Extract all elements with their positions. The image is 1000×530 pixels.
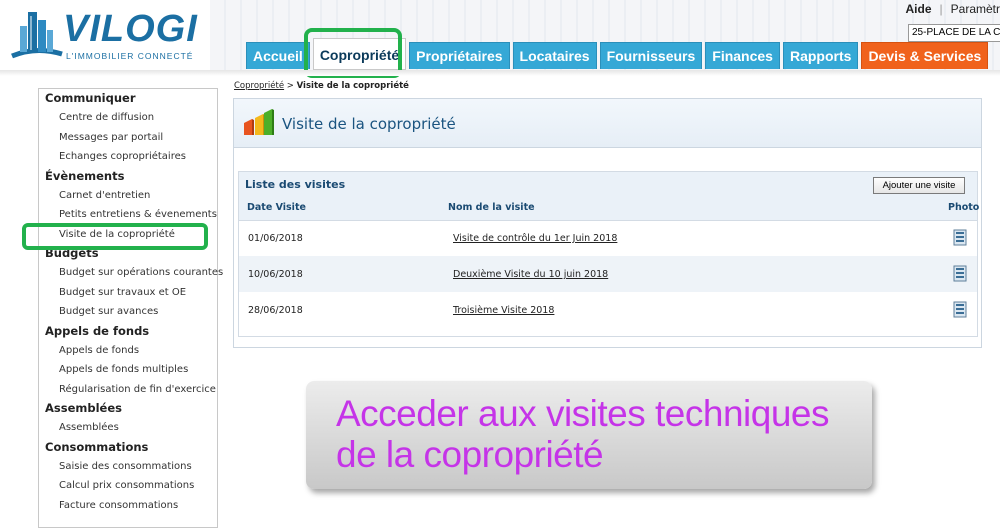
sidebar-item-assemblees[interactable]: Assemblées	[39, 418, 217, 438]
visit-date: 01/06/2018	[248, 233, 303, 244]
breadcrumb-parent-link[interactable]: Copropriété	[234, 81, 284, 91]
sidebar-item-carnet-entretien[interactable]: Carnet d'entretien	[39, 186, 217, 206]
visit-name-link[interactable]: Deuxième Visite du 10 juin 2018	[453, 269, 608, 280]
column-header-name[interactable]: Nom de la visite	[448, 202, 535, 213]
bar-chart-icon	[244, 109, 274, 135]
sidebar-item-budget-courantes[interactable]: Budget sur opérations courantes	[39, 263, 223, 283]
sidebar-group-communiquer: Communiquer	[45, 91, 136, 105]
sidebar-group-evenements: Évènements	[45, 168, 125, 183]
annotation-callout: Acceder aux visites techniques de la cop…	[306, 381, 872, 489]
tab-locataires[interactable]: Locataires	[512, 42, 597, 69]
settings-link[interactable]: Paramètr	[951, 2, 1000, 16]
visit-name-link[interactable]: Visite de contrôle du 1er Juin 2018	[453, 233, 617, 244]
visit-date: 10/06/2018	[248, 269, 303, 280]
breadcrumb-separator: >	[284, 81, 297, 91]
building-logo-icon	[11, 12, 63, 59]
sidebar-item-facture-conso[interactable]: Facture consommations	[39, 496, 217, 516]
sidebar-item-centre-diffusion[interactable]: Centre de diffusion	[39, 108, 217, 128]
sidebar-group-assemblees: Assemblées	[45, 401, 122, 415]
table-row: 28/06/2018 Troisième Visite 2018	[239, 292, 977, 328]
visits-list-title: Liste des visites	[245, 178, 346, 191]
property-select[interactable]: 25-PLACE DE LA CO	[908, 24, 1000, 42]
logo-tagline: L'IMMOBILIER CONNECTÉ	[66, 51, 194, 61]
logo-name: VILOGI	[63, 8, 198, 50]
sidebar-item-appels-fonds[interactable]: Appels de fonds	[39, 341, 217, 361]
column-header-date[interactable]: Date Visite	[247, 202, 306, 213]
vilogi-logo[interactable]: VILOGI L'IMMOBILIER CONNECTÉ	[8, 6, 213, 66]
visit-date: 28/06/2018	[248, 305, 303, 316]
page-title: Visite de la copropriété	[282, 115, 456, 133]
visit-name-link[interactable]: Troisième Visite 2018	[453, 305, 554, 316]
callout-line-1: Acceder aux visites techniques	[336, 393, 830, 434]
sidebar-item-budget-avances[interactable]: Budget sur avances	[39, 302, 217, 322]
sidebar-highlight-box	[22, 223, 208, 250]
header: VILOGI L'IMMOBILIER CONNECTÉ Aide | Paramè…	[0, 0, 1000, 78]
sidebar-item-regularisation[interactable]: Régularisation de fin d'exercice	[39, 380, 217, 400]
callout-line-2: de la copropriété	[336, 434, 604, 475]
sidebar-item-echanges[interactable]: Echanges copropriétaires	[39, 147, 217, 167]
photo-icon[interactable]	[953, 229, 967, 246]
sidebar-item-messages-portail[interactable]: Messages par portail	[39, 128, 217, 148]
sidebar-item-budget-travaux[interactable]: Budget sur travaux et OE	[39, 283, 217, 303]
sidebar-item-appels-multiples[interactable]: Appels de fonds multiples	[39, 360, 217, 380]
column-header-photo: Photo	[948, 202, 980, 213]
visits-panel: Visite de la copropriété Liste des visit…	[233, 98, 982, 348]
sidebar-item-calcul-prix[interactable]: Calcul prix consommations	[39, 476, 217, 496]
sidebar-item-saisie-conso[interactable]: Saisie des consommations	[39, 457, 217, 477]
tab-fournisseurs[interactable]: Fournisseurs	[599, 42, 703, 69]
tab-finances[interactable]: Finances	[705, 42, 780, 69]
tab-rapports[interactable]: Rapports	[782, 42, 859, 69]
table-row: 10/06/2018 Deuxième Visite du 10 juin 20…	[239, 256, 977, 292]
panel-header: Visite de la copropriété	[234, 99, 981, 148]
photo-icon[interactable]	[953, 265, 967, 282]
visits-list-header: Liste des visites Ajouter une visite Dat…	[239, 172, 980, 221]
tab-proprietaires[interactable]: Propriétaires	[409, 42, 510, 69]
top-links-separator: |	[939, 2, 943, 16]
table-row: 01/06/2018 Visite de contrôle du 1er Jui…	[239, 220, 977, 256]
header-shadow	[0, 70, 1000, 76]
help-link[interactable]: Aide	[906, 2, 932, 16]
breadcrumb: Copropriété > Visite de la copropriété	[234, 81, 409, 91]
photo-icon[interactable]	[953, 301, 967, 318]
add-visit-button[interactable]: Ajouter une visite	[873, 177, 965, 194]
top-links: Aide | Paramètr	[906, 2, 1000, 16]
tab-accueil[interactable]: Accueil	[246, 42, 310, 69]
visits-list: Liste des visites Ajouter une visite Dat…	[238, 171, 980, 337]
tab-devis-services[interactable]: Devis & Services	[861, 42, 989, 69]
sidebar-group-consommations: Consommations	[45, 439, 149, 454]
sidebar-item-petits-entretiens[interactable]: Petits entretiens & évenements	[39, 205, 217, 225]
sidebar: Communiquer Centre de diffusion Messages…	[38, 88, 223, 528]
breadcrumb-current: Visite de la copropriété	[296, 81, 409, 91]
sidebar-group-appels-fonds: Appels de fonds	[45, 323, 150, 338]
